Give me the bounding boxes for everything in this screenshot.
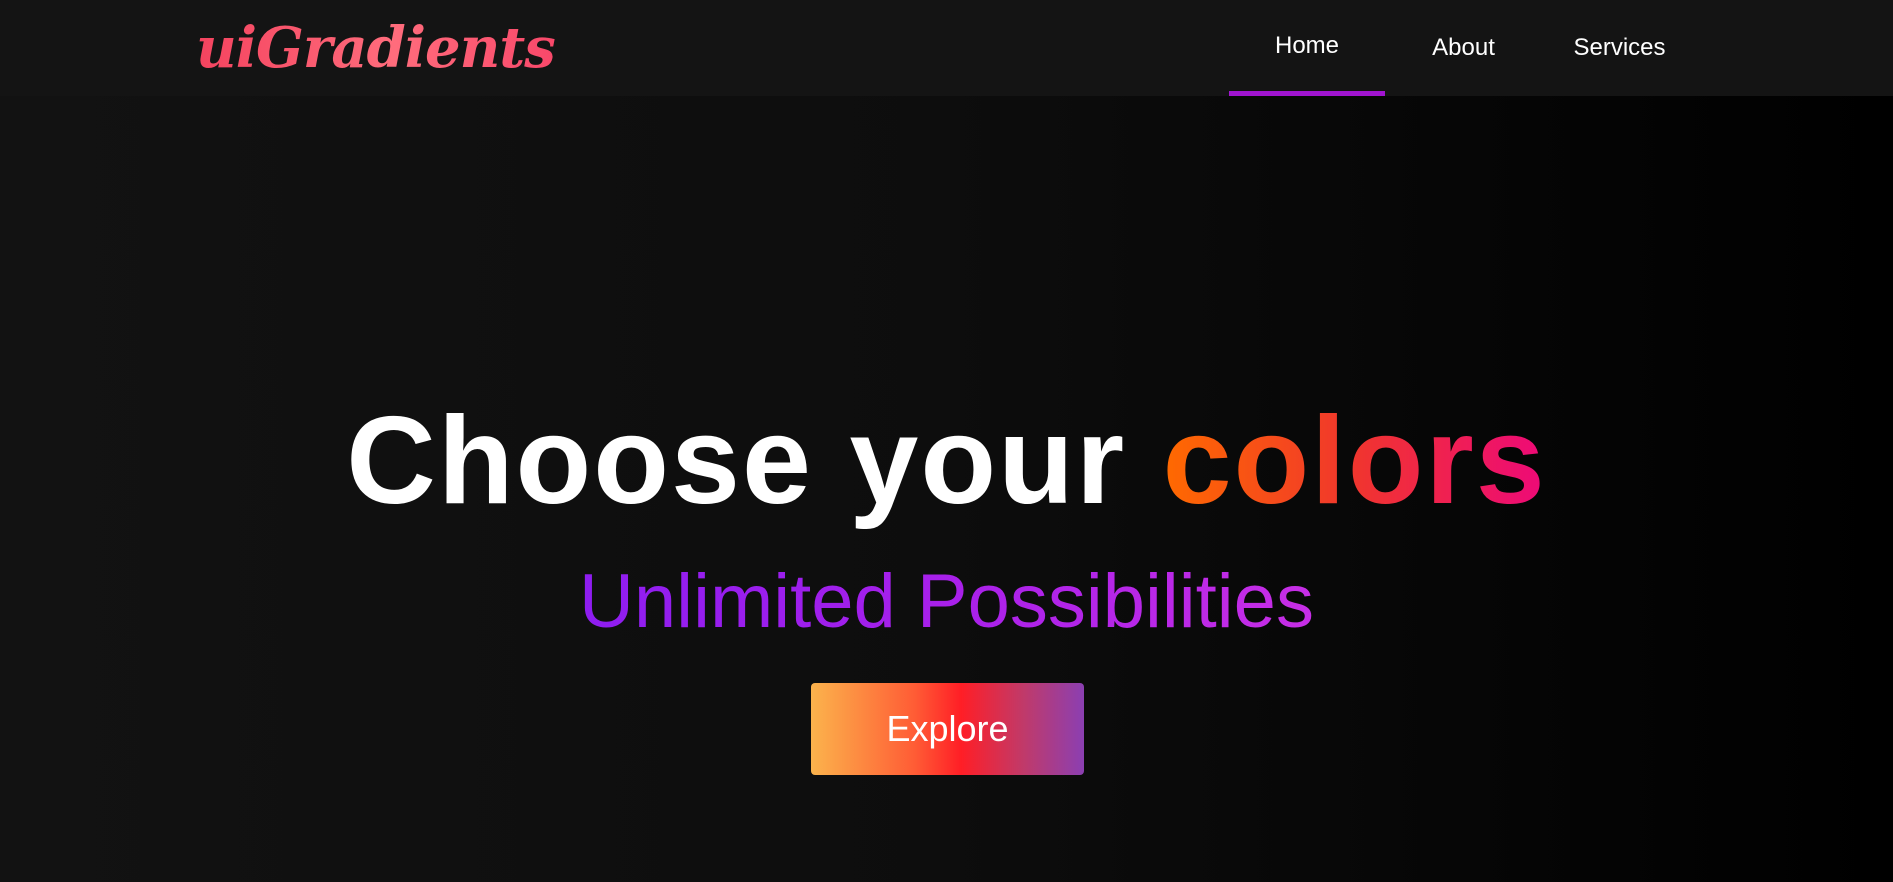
hero-title-accent: colors (1162, 392, 1547, 530)
hero-title: Choose your colors (0, 391, 1893, 531)
hero-subtitle: Unlimited Possibilities (0, 558, 1893, 646)
nav-link-about[interactable]: About (1385, 0, 1542, 96)
nav-links: Home About Services (1229, 0, 1697, 96)
nav-link-home-label: Home (1274, 32, 1340, 59)
page: uiGradients Home About Services Choose y… (0, 0, 1893, 882)
hero-subtitle-text: Unlimited Possibilities (579, 559, 1314, 644)
nav-link-about-label: About (1432, 34, 1495, 61)
hero-title-main: Choose your (346, 392, 1163, 530)
hero-section: Choose your colors Unlimited Possibiliti… (0, 96, 1893, 882)
explore-button[interactable]: Explore (811, 683, 1084, 775)
nav-link-services-label: Services (1573, 34, 1666, 61)
logo[interactable]: uiGradients (196, 8, 556, 88)
nav-link-home[interactable]: Home (1229, 0, 1385, 96)
nav-link-services[interactable]: Services (1542, 0, 1697, 96)
navbar: uiGradients Home About Services (0, 0, 1893, 96)
